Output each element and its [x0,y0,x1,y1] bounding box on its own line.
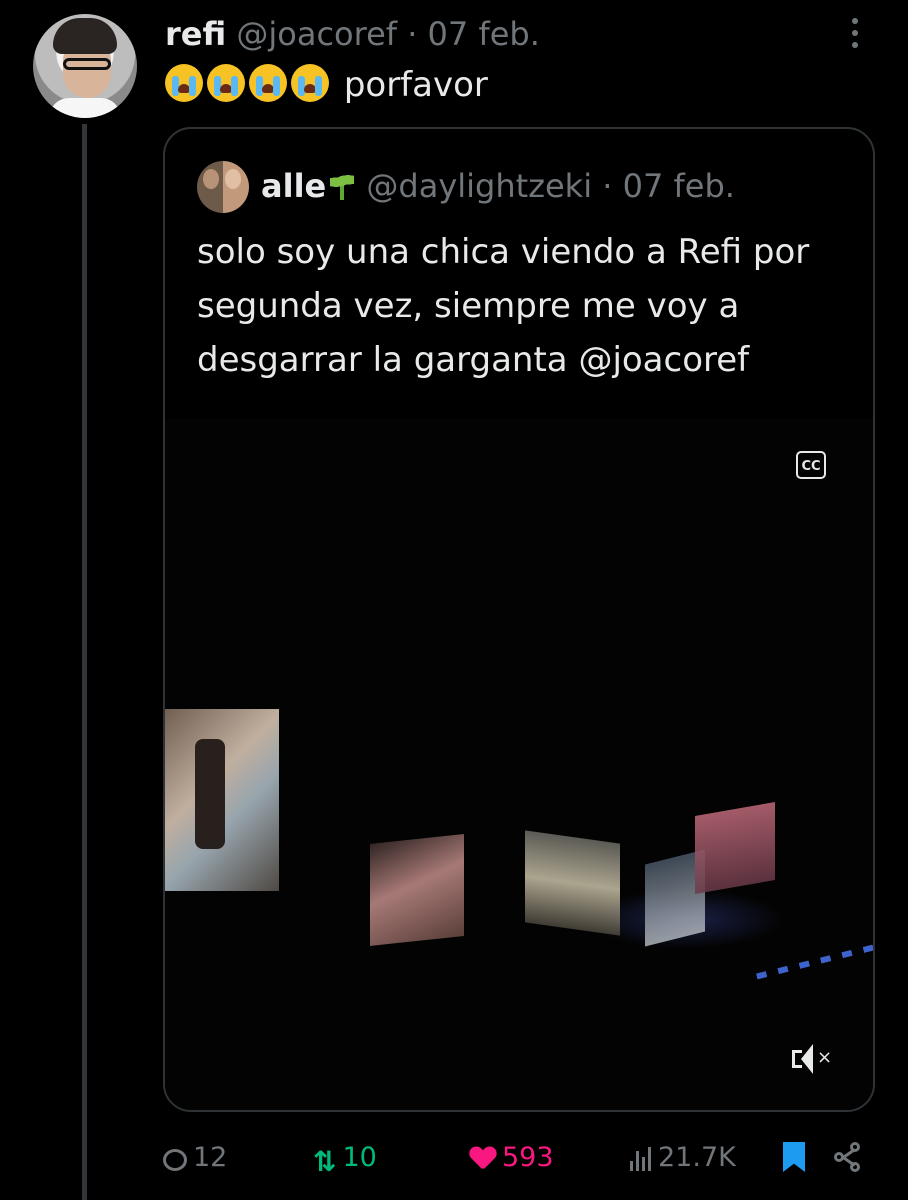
reply-icon [163,1149,187,1171]
thread-line [82,124,87,1200]
concert-screen [370,834,464,946]
tweet-header: refi @joacoref · 07 feb. [165,12,540,56]
concert-screen [165,709,279,891]
analytics-icon [628,1147,652,1171]
separator: · [407,15,418,53]
video-player[interactable]: CC × [165,419,873,1110]
loudly-crying-face-icon [165,64,203,102]
tweet-date[interactable]: 07 feb. [428,15,540,53]
author-handle[interactable]: @joacoref [236,15,397,53]
stage-lights [756,944,873,980]
retweet-button[interactable]: ⇅ 10 [313,1138,377,1178]
loudly-crying-face-icon [207,64,245,102]
more-options-icon[interactable] [843,18,867,58]
seedling-icon [328,172,356,200]
retweet-count: 10 [342,1142,377,1173]
quote-text: solo soy una chica viendo a Refi por seg… [197,232,810,380]
tweet-text: porfavor [165,62,488,108]
quote-author-name[interactable]: alle [261,167,326,205]
captions-button[interactable]: CC [796,451,826,479]
tweet-body: porfavor [343,65,488,105]
quote-author-avatar[interactable] [197,161,249,213]
author-avatar[interactable] [33,14,137,118]
reply-count: 12 [193,1142,228,1173]
muted-speaker-icon[interactable]: × [790,1042,834,1078]
quoted-tweet-card[interactable]: alle @daylightzeki · 07 feb. solo soy un… [163,127,875,1112]
concert-screen [695,801,775,895]
bookmark-icon[interactable] [783,1142,805,1172]
quote-author-handle[interactable]: @daylightzeki [366,167,592,205]
like-button[interactable]: 593 [470,1138,554,1178]
view-count: 21.7K [658,1142,736,1173]
retweet-icon: ⇅ [313,1145,337,1178]
author-name[interactable]: refi [165,15,226,53]
reply-button[interactable]: 12 [163,1138,227,1178]
loudly-crying-face-icon [291,64,329,102]
separator: · [602,167,613,205]
heart-icon [470,1147,496,1171]
loudly-crying-face-icon [249,64,287,102]
like-count: 593 [502,1142,554,1173]
share-icon[interactable] [834,1142,862,1172]
concert-screen [525,830,620,936]
quote-date[interactable]: 07 feb. [623,167,735,205]
views-button[interactable]: 21.7K [628,1138,736,1178]
quote-header: alle @daylightzeki · 07 feb. [261,164,735,208]
